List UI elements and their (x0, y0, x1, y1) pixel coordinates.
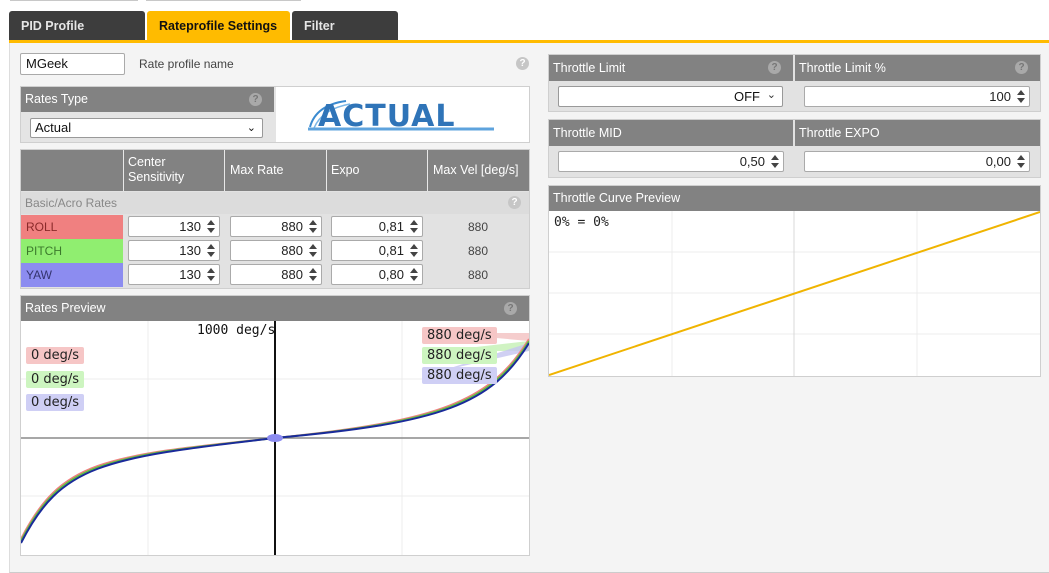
top-divider (0, 0, 1049, 1)
yaw-expo-input[interactable]: 0,80 (331, 264, 423, 285)
throttle-expo-input[interactable]: 0,00 (804, 151, 1030, 172)
tab-pid-profile-settings[interactable]: PID Profile Settings (9, 11, 145, 63)
tab-filter-settings[interactable]: Filter Settings (292, 11, 398, 63)
help-icon[interactable]: ? (768, 61, 781, 74)
spinner-icon (408, 242, 419, 259)
help-icon[interactable]: ? (504, 302, 517, 315)
pitch-left-chip: 0 deg/s (26, 371, 85, 388)
throttle-limit-select[interactable]: OFF ⌄ (558, 86, 783, 107)
throttle-curve-header: Throttle Curve Preview (549, 186, 1040, 211)
column-header-max-rate: Max Rate (230, 163, 284, 177)
pitch-max-rate-input[interactable]: 880 (230, 240, 322, 261)
spinner-icon (205, 242, 216, 259)
section-basic-acro-rates: Basic/Acro Rates ? (21, 192, 529, 214)
spinner-icon (769, 153, 780, 170)
actual-logo: ACTUAL (276, 87, 529, 142)
spinner-icon (307, 242, 318, 259)
spinner-icon (1015, 153, 1026, 170)
roll-expo-input[interactable]: 0,81 (331, 216, 423, 237)
spinner-icon (408, 266, 419, 283)
throttle-mid-input[interactable]: 0,50 (558, 151, 784, 172)
throttle-curve-readout: 0% = 0% (554, 215, 609, 230)
axis-label-yaw: YAW (21, 263, 123, 287)
roll-max-rate-input[interactable]: 880 (230, 216, 322, 237)
throttle-limit-value: OFF (734, 89, 760, 104)
spinner-icon (408, 218, 419, 235)
help-icon[interactable]: ? (516, 57, 529, 70)
throttle-mid-header: Throttle MID (549, 120, 793, 146)
rate-profile-name-input[interactable]: MGeek (20, 53, 125, 75)
chevron-down-icon: ⌄ (766, 89, 776, 101)
throttle-limit-pct-input[interactable]: 100 (804, 86, 1030, 107)
axis-label-roll: ROLL (21, 215, 123, 239)
pitch-expo-input[interactable]: 0,81 (331, 240, 423, 261)
column-header-expo: Expo (331, 163, 360, 177)
roll-left-chip: 0 deg/s (26, 347, 85, 364)
pitch-max-vel: 880 (467, 244, 489, 258)
help-icon[interactable]: ? (1015, 61, 1028, 74)
yaw-left-chip: 0 deg/s (26, 394, 85, 411)
rates-type-selected: Actual (35, 120, 72, 135)
column-header-max-vel: Max Vel [deg/s] (433, 163, 519, 177)
rates-preview-header: Rates Preview ? (21, 296, 529, 321)
rate-profile-name-label: Rate profile name (139, 57, 234, 71)
pitch-right-chip: 880 deg/s (422, 347, 497, 364)
chevron-down-icon: ⌄ (246, 122, 256, 134)
spinner-icon (307, 218, 318, 235)
throttle-limit-pct-header: Throttle Limit % ? (795, 55, 1040, 81)
section-label: Basic/Acro Rates (25, 196, 118, 210)
throttle-expo-header: Throttle EXPO (795, 120, 1040, 146)
pitch-center-sensitivity-input[interactable]: 130 (128, 240, 220, 261)
spinner-icon (307, 266, 318, 283)
yaw-max-rate-input[interactable]: 880 (230, 264, 322, 285)
rates-preview-title: Rates Preview (25, 301, 106, 315)
yaw-right-chip: 880 deg/s (422, 367, 497, 384)
rates-type-select[interactable]: Actual ⌄ (30, 118, 263, 138)
spinner-icon (1015, 88, 1026, 105)
help-icon[interactable]: ? (508, 196, 521, 209)
rates-type-header: Rates Type ? (21, 87, 274, 112)
yaw-center-sensitivity-input[interactable]: 130 (128, 264, 220, 285)
axis-label-pitch: PITCH (21, 239, 123, 263)
spinner-icon (205, 218, 216, 235)
rates-axis-label: 1000 deg/s (197, 323, 276, 338)
yaw-max-vel: 880 (467, 268, 489, 282)
help-icon[interactable]: ? (249, 93, 262, 106)
rates-table-header: Center Sensitivity Max Rate Expo Max Vel… (21, 150, 529, 191)
spinner-icon (205, 266, 216, 283)
throttle-expo-label: Throttle EXPO (799, 126, 880, 140)
throttle-mid-label: Throttle MID (553, 126, 622, 140)
rates-type-label: Rates Type (25, 92, 89, 106)
tab-rateprofile-settings[interactable]: Rateprofile Settings (147, 11, 290, 41)
throttle-limit-pct-label: Throttle Limit % (799, 61, 886, 75)
roll-right-chip: 880 deg/s (422, 327, 497, 344)
throttle-limit-header: Throttle Limit ? (549, 55, 793, 81)
roll-max-vel: 880 (467, 220, 489, 234)
roll-center-sensitivity-input[interactable]: 130 (128, 216, 220, 237)
throttle-curve-graph (549, 211, 1040, 376)
throttle-limit-label: Throttle Limit (553, 61, 626, 75)
column-header-center-sensitivity: Center Sensitivity (128, 155, 185, 184)
throttle-curve-title: Throttle Curve Preview (553, 191, 681, 205)
tab-bar: PID Profile Settings Rateprofile Setting… (0, 0, 1049, 63)
